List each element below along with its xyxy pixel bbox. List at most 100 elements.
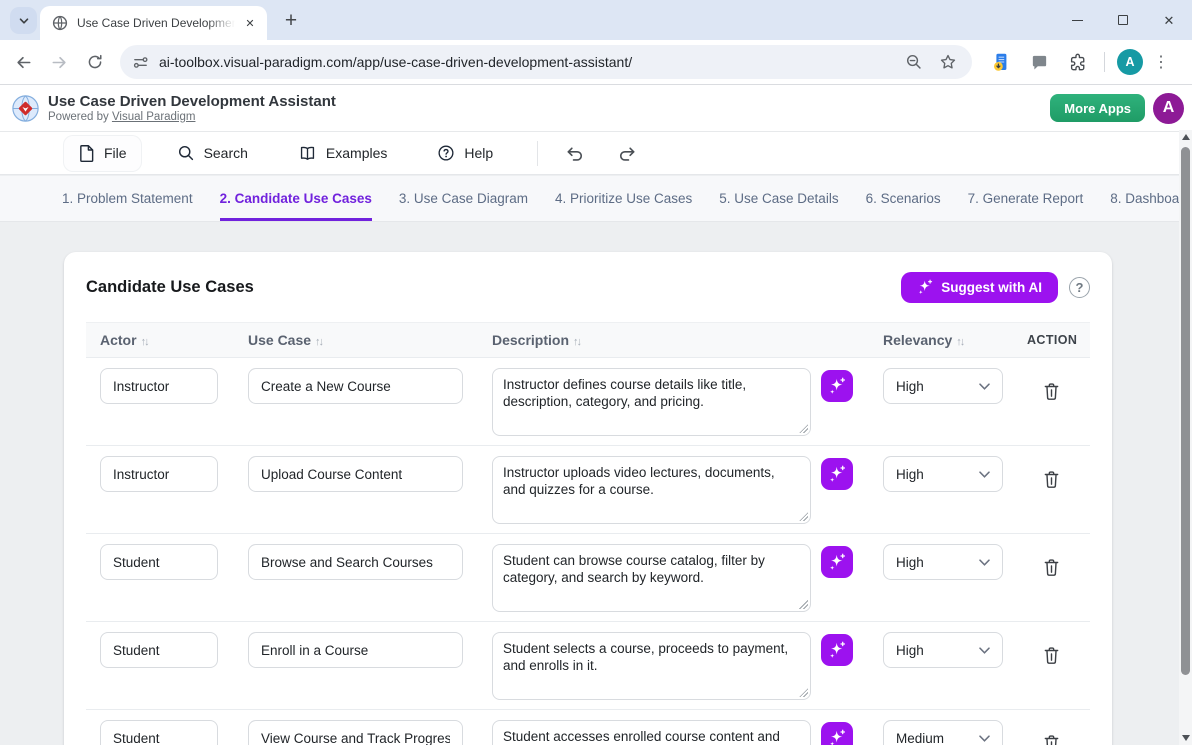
step-problem-statement[interactable]: 1. Problem Statement <box>62 176 193 221</box>
visual-paradigm-logo <box>12 95 39 122</box>
description-textarea[interactable]: Student selects a course, proceeds to pa… <box>492 632 811 700</box>
docs-offline-button[interactable] <box>986 47 1016 77</box>
tab-title: Use Case Driven Development A <box>77 16 235 30</box>
column-header-description[interactable]: Description↑↓ <box>478 332 821 348</box>
zoom-button[interactable] <box>900 48 928 76</box>
undo-icon[interactable] <box>564 144 585 163</box>
redo-icon[interactable] <box>617 144 638 163</box>
relevancy-select[interactable]: Medium <box>883 720 1003 745</box>
relevancy-select[interactable]: High <box>883 456 1003 492</box>
menu-item-help[interactable]: Help <box>423 136 507 170</box>
menu-item-file[interactable]: File <box>64 136 141 171</box>
delete-row-button[interactable] <box>1038 465 1066 493</box>
relevancy-select[interactable]: High <box>883 368 1003 404</box>
forward-button[interactable] <box>42 45 76 79</box>
chevron-down-icon <box>18 15 30 27</box>
actor-input[interactable] <box>100 720 218 745</box>
back-button[interactable] <box>6 45 40 79</box>
visual-paradigm-link[interactable]: Visual Paradigm <box>112 111 196 123</box>
delete-row-button[interactable] <box>1038 377 1066 405</box>
tab-search-button[interactable] <box>10 7 37 34</box>
delete-row-button[interactable] <box>1038 729 1066 745</box>
use-case-input[interactable] <box>248 544 463 580</box>
menu-item-search-label: Search <box>204 145 248 161</box>
ai-suggest-row-button[interactable] <box>821 546 853 578</box>
ai-suggest-row-button[interactable] <box>821 458 853 490</box>
triangle-down-icon <box>1182 735 1190 741</box>
app-title: Use Case Driven Development Assistant <box>48 93 336 110</box>
menu-item-help-label: Help <box>464 145 493 161</box>
reload-button[interactable] <box>78 45 112 79</box>
menu-item-examples[interactable]: Examples <box>284 136 401 170</box>
comment-button[interactable] <box>1024 47 1054 77</box>
trash-icon <box>1043 382 1060 401</box>
relevancy-select[interactable]: High <box>883 632 1003 668</box>
step-generate-report[interactable]: 7. Generate Report <box>968 176 1084 221</box>
browser-tab[interactable]: Use Case Driven Development A ✕ <box>40 6 267 40</box>
delete-row-button[interactable] <box>1038 553 1066 581</box>
delete-row-button[interactable] <box>1038 641 1066 669</box>
description-textarea[interactable]: Instructor defines course details like t… <box>492 368 811 436</box>
suggest-with-ai-button[interactable]: Suggest with AI <box>901 272 1058 303</box>
window-maximize-button[interactable] <box>1100 0 1146 40</box>
column-header-action: ACTION <box>1013 333 1090 347</box>
scrollbar-up-arrow[interactable] <box>1179 130 1192 144</box>
actor-input[interactable] <box>100 632 218 668</box>
description-textarea[interactable]: Instructor uploads video lectures, docum… <box>492 456 811 524</box>
menu-bar: File Search Examples Help <box>0 132 1192 175</box>
step-prioritize-use-cases[interactable]: 4. Prioritize Use Cases <box>555 176 692 221</box>
minimize-icon <box>1072 20 1083 21</box>
bookmark-button[interactable] <box>934 48 962 76</box>
sort-icon[interactable]: ↑↓ <box>141 336 148 348</box>
actor-input[interactable] <box>100 544 218 580</box>
help-button[interactable]: ? <box>1069 277 1090 298</box>
menu-item-search[interactable]: Search <box>163 136 262 170</box>
step-use-case-details[interactable]: 5. Use Case Details <box>719 176 838 221</box>
window-close-button[interactable]: ✕ <box>1146 0 1192 40</box>
browser-profile-avatar[interactable]: A <box>1117 49 1143 75</box>
star-icon <box>939 53 957 71</box>
actor-input[interactable] <box>100 368 218 404</box>
step-use-case-diagram[interactable]: 3. Use Case Diagram <box>399 176 528 221</box>
page-scrollbar[interactable] <box>1179 130 1192 745</box>
more-apps-button[interactable]: More Apps <box>1050 94 1145 122</box>
docs-offline-icon <box>991 52 1011 72</box>
menu-separator <box>537 141 538 166</box>
column-header-actor[interactable]: Actor↑↓ <box>86 332 234 348</box>
ai-suggest-row-button[interactable] <box>821 370 853 402</box>
ai-suggest-row-button[interactable] <box>821 634 853 666</box>
description-textarea[interactable]: Student accesses enrolled course content… <box>492 720 811 745</box>
extensions-button[interactable] <box>1062 47 1092 77</box>
sort-icon[interactable]: ↑↓ <box>315 336 322 348</box>
use-case-input[interactable] <box>248 632 463 668</box>
undo-redo-group <box>564 144 638 163</box>
column-header-relevancy[interactable]: Relevancy↑↓ <box>869 332 1013 348</box>
header-right: More Apps A <box>1050 93 1184 124</box>
window-minimize-button[interactable] <box>1054 0 1100 40</box>
new-tab-button[interactable]: + <box>278 8 304 34</box>
actor-input[interactable] <box>100 456 218 492</box>
chevron-down-icon <box>979 471 990 478</box>
step-candidate-use-cases[interactable]: 2. Candidate Use Cases <box>220 176 372 221</box>
use-case-input[interactable] <box>248 368 463 404</box>
ai-suggest-row-button[interactable] <box>821 722 853 745</box>
use-case-input[interactable] <box>248 456 463 492</box>
user-avatar[interactable]: A <box>1153 93 1184 124</box>
scrollbar-thumb[interactable] <box>1181 147 1190 675</box>
sort-icon[interactable]: ↑↓ <box>573 336 580 348</box>
book-icon <box>298 144 317 162</box>
scrollbar-down-arrow[interactable] <box>1179 731 1192 745</box>
url-text[interactable]: ai-toolbox.visual-paradigm.com/app/use-c… <box>159 54 900 70</box>
tab-close-icon[interactable]: ✕ <box>241 14 259 32</box>
use-case-input[interactable] <box>248 720 463 745</box>
comment-icon <box>1030 53 1049 72</box>
suggest-with-ai-label: Suggest with AI <box>941 280 1042 295</box>
page-title: Candidate Use Cases <box>86 278 254 297</box>
step-scenarios[interactable]: 6. Scenarios <box>866 176 941 221</box>
sort-icon[interactable]: ↑↓ <box>956 336 963 348</box>
browser-menu-button[interactable]: ⋮ <box>1151 52 1171 72</box>
address-bar[interactable]: ai-toolbox.visual-paradigm.com/app/use-c… <box>120 45 972 79</box>
column-header-use-case[interactable]: Use Case↑↓ <box>234 332 478 348</box>
relevancy-select[interactable]: High <box>883 544 1003 580</box>
description-textarea[interactable]: Student can browse course catalog, filte… <box>492 544 811 612</box>
